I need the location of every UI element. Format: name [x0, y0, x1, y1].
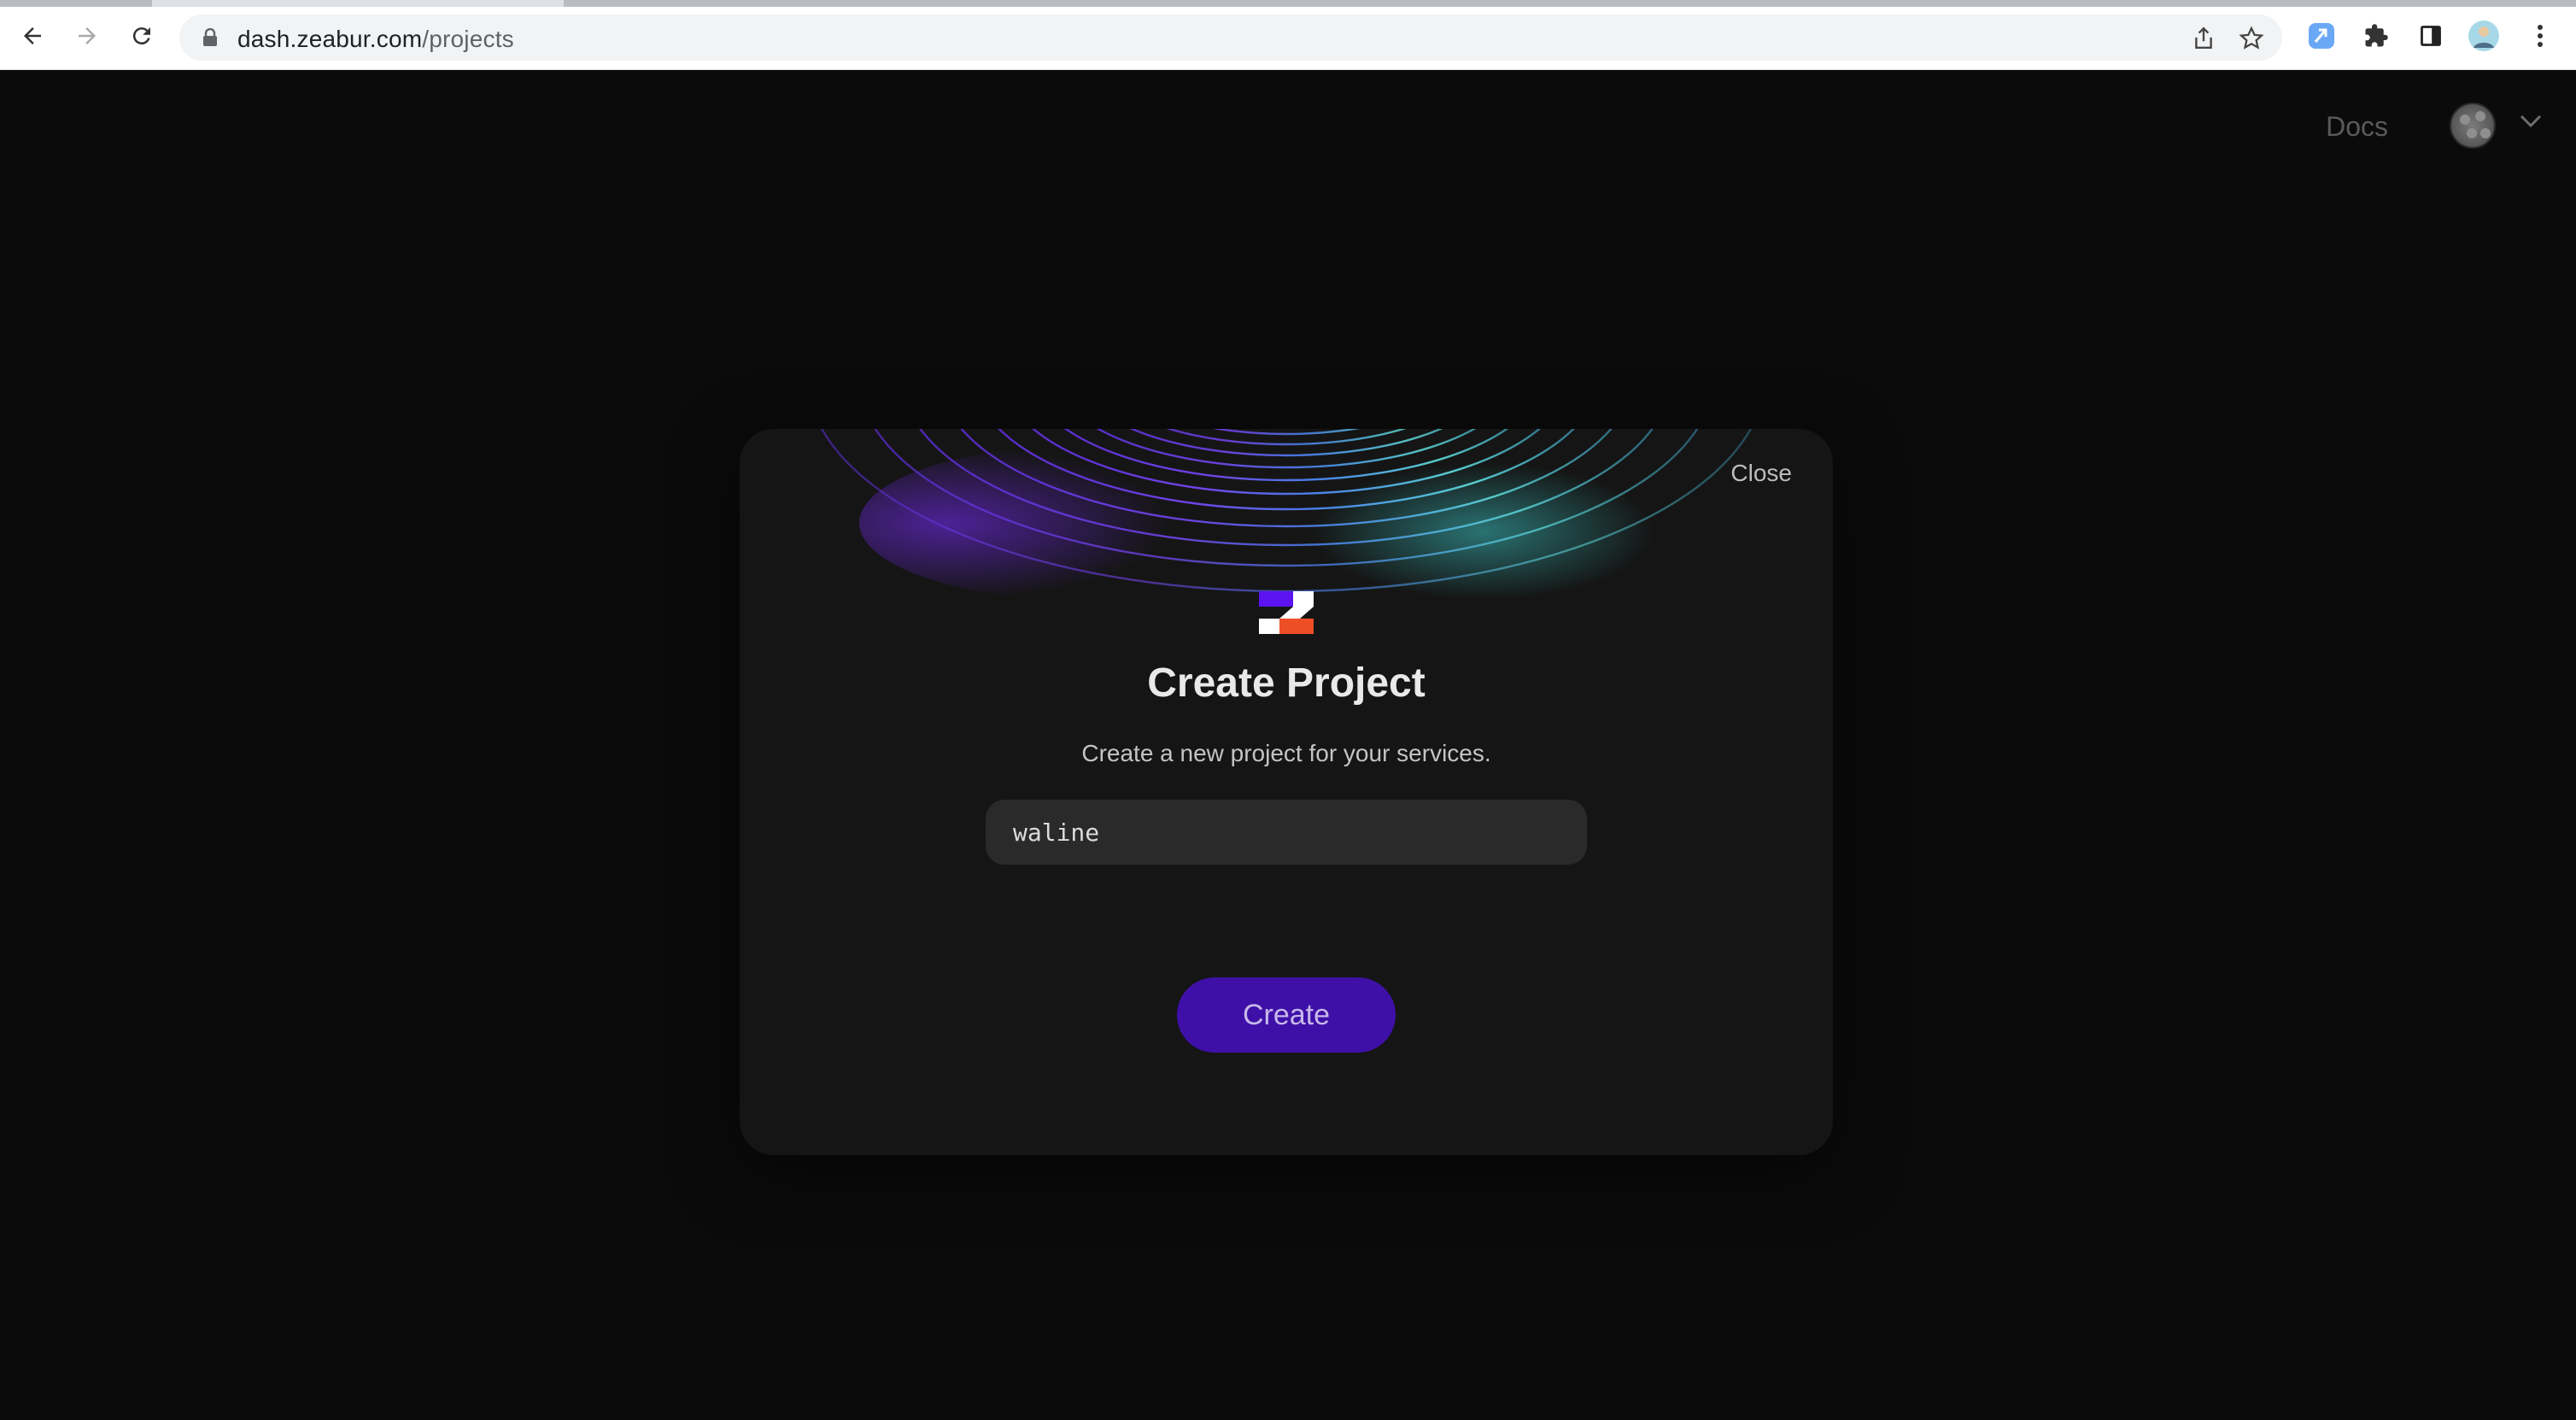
close-button[interactable]: Close [1730, 460, 1792, 487]
modal-title: Create Project [1147, 660, 1426, 706]
create-button[interactable]: Create [1177, 977, 1396, 1053]
zeabur-logo [1259, 591, 1314, 634]
extension-button[interactable] [2306, 21, 2337, 51]
tab-strip [0, 0, 2576, 7]
share-icon [2195, 26, 2212, 49]
project-name-input[interactable] [986, 800, 1587, 865]
dashboard-page: Docs Close Create Project Create a new p… [0, 70, 2576, 1420]
docs-link[interactable]: Docs [2326, 111, 2388, 143]
tab-inactive[interactable] [564, 0, 2576, 7]
bookmark-button[interactable] [2238, 25, 2265, 52]
url-path: /projects [422, 26, 514, 52]
side-panel-button[interactable] [2415, 21, 2446, 51]
modal-subtitle: Create a new project for your services. [1081, 740, 1491, 766]
url-host: dash.zeabur.com [237, 26, 423, 52]
url-text: dash.zeabur.com/projects [237, 26, 514, 53]
profile-avatar [2468, 21, 2499, 51]
tab-inactive[interactable] [0, 0, 152, 7]
user-avatar[interactable] [2450, 103, 2496, 149]
kebab-menu-icon [2538, 25, 2543, 47]
chrome-menu-button[interactable] [2525, 21, 2556, 51]
share-button[interactable] [2190, 25, 2217, 52]
profile-button[interactable] [2468, 21, 2499, 51]
create-project-modal: Close Create Project Create a new projec… [740, 429, 1833, 1155]
browser-toolbar: dash.zeabur.com/projects [0, 0, 2576, 70]
reload-icon [132, 27, 150, 45]
arrow-right-icon [79, 27, 96, 44]
address-bar[interactable]: dash.zeabur.com/projects [179, 15, 2282, 61]
back-button[interactable] [15, 19, 50, 53]
side-panel-icon [2421, 26, 2441, 46]
rings-decoration [821, 429, 1752, 600]
extensions-menu-button[interactable] [2361, 21, 2392, 51]
star-icon [2239, 26, 2264, 50]
forward-button[interactable] [70, 19, 104, 53]
puzzle-icon [2365, 24, 2388, 47]
chevron-down-icon[interactable] [2520, 114, 2542, 128]
arrow-left-icon [24, 27, 41, 44]
reload-button[interactable] [125, 19, 159, 53]
lock-icon [203, 28, 217, 46]
extension-icon [2309, 23, 2334, 49]
